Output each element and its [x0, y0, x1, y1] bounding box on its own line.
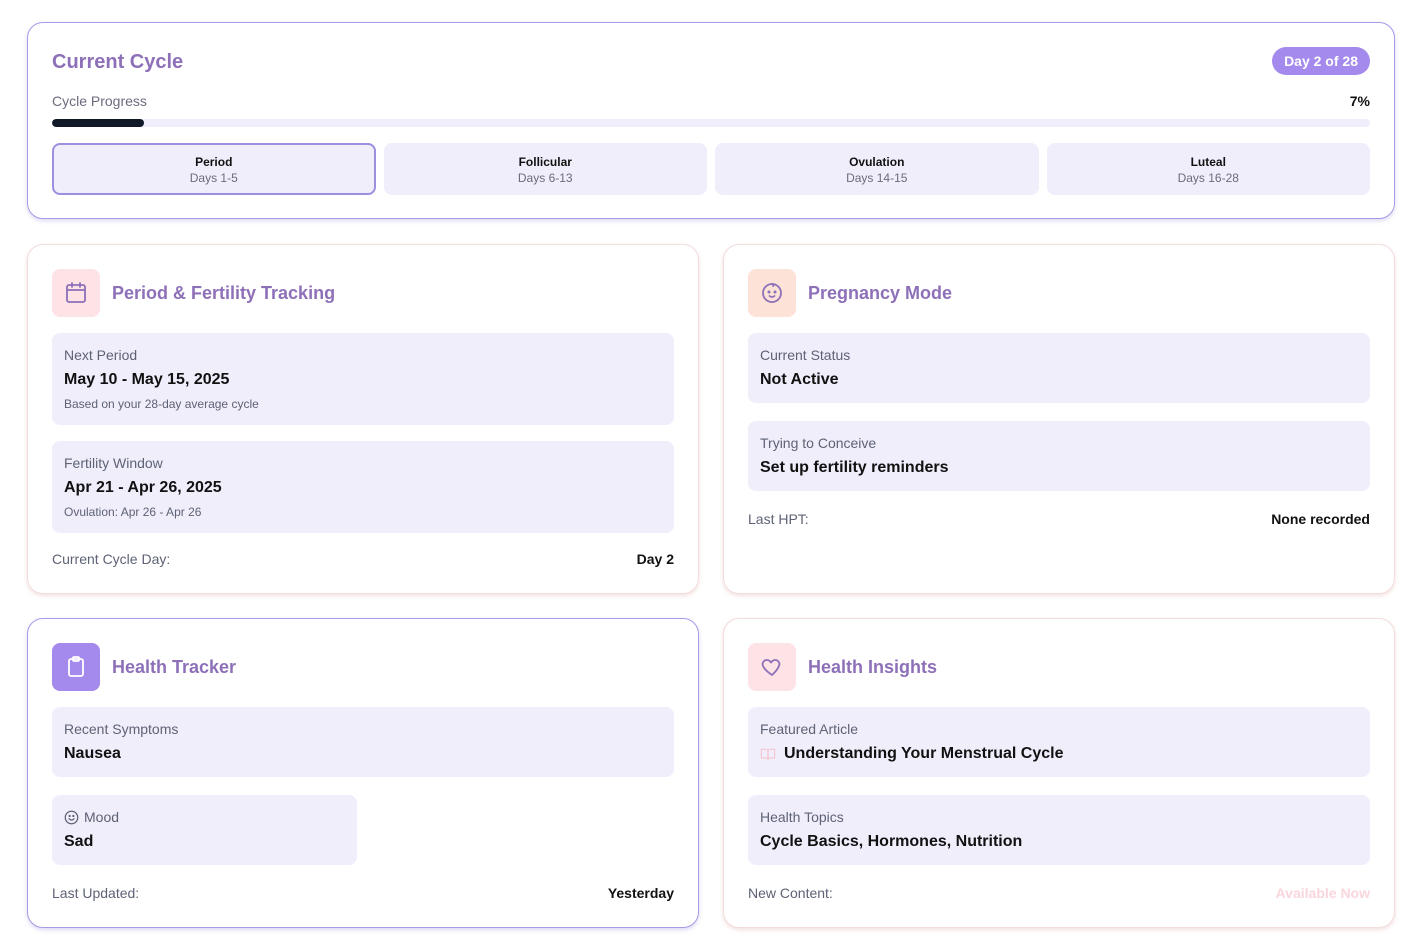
phase-name: Ovulation	[849, 155, 905, 169]
topics-value: Cycle Basics, Hormones, Nutrition	[760, 833, 1023, 850]
smile-icon	[64, 810, 79, 824]
phase-days: Days 6-13	[517, 171, 573, 185]
recent-symptoms-box: Recent Symptoms Nausea	[52, 707, 674, 777]
card-title: Health Insights	[808, 656, 938, 677]
health-topics-box: Health Topics Cycle Basics, Hormones, Nu…	[748, 795, 1370, 865]
phase-follicular[interactable]: Follicular Days 6-13	[383, 143, 707, 195]
article-title[interactable]: Understanding Your Menstrual Cycle	[784, 745, 1063, 763]
phase-name: Follicular	[518, 155, 572, 169]
heart-icon	[748, 643, 796, 691]
info-label: Mood	[84, 809, 120, 825]
card-footer: Last HPT: None recorded	[748, 511, 1370, 527]
phase-name: Period	[195, 155, 233, 169]
card-title: Period & Fertility Tracking	[112, 282, 336, 303]
info-label: Trying to Conceive	[760, 435, 877, 451]
mood-value: Sad	[64, 833, 94, 850]
pregnancy-card[interactable]: Pregnancy Mode Current Status Not Active…	[723, 244, 1395, 594]
current-cycle-card: Current Cycle Day 2 of 28 Cycle Progress…	[27, 22, 1395, 219]
fertility-window-box: Fertility Window Apr 21 - Apr 26, 2025 O…	[52, 441, 674, 533]
footer-label: Last HPT:	[748, 511, 809, 527]
info-note: Ovulation: Apr 26 - Apr 26	[64, 505, 202, 519]
clipboard-icon	[52, 643, 100, 691]
progress-label: Cycle Progress	[52, 93, 147, 109]
day-badge: Day 2 of 28	[1272, 47, 1370, 75]
info-label: Health Topics	[760, 809, 844, 825]
cycle-title: Current Cycle	[52, 51, 184, 73]
available-now-badge: Available Now	[1275, 885, 1370, 901]
card-footer: Last Updated: Yesterday	[52, 885, 674, 901]
info-label: Recent Symptoms	[64, 721, 179, 737]
next-period-box: Next Period May 10 - May 15, 2025 Based …	[52, 333, 674, 425]
phase-name: Luteal	[1190, 155, 1226, 169]
phase-days: Days 16-28	[1177, 171, 1239, 185]
card-footer: New Content: Available Now	[748, 885, 1370, 901]
mood-box: Mood Sad	[52, 795, 357, 865]
footer-value: Yesterday	[607, 885, 674, 901]
info-label: Next Period	[64, 347, 138, 363]
symptoms-value: Nausea	[64, 745, 121, 762]
card-footer: Current Cycle Day: Day 2	[52, 551, 674, 567]
next-period-value: May 10 - May 15, 2025	[64, 371, 230, 388]
info-label: Fertility Window	[64, 455, 163, 471]
mood-label-row: Mood	[64, 809, 345, 825]
health-insights-card[interactable]: Health Insights Featured Article Underst…	[723, 618, 1395, 928]
phase-ovulation[interactable]: Ovulation Days 14-15	[715, 143, 1039, 195]
info-note: Based on your 28-day average cycle	[64, 397, 259, 411]
phase-period[interactable]: Period Days 1-5	[52, 143, 376, 195]
trying-to-conceive-box[interactable]: Trying to Conceive Set up fertility remi…	[748, 421, 1370, 491]
footer-label: Last Updated:	[52, 885, 140, 901]
progress-fill	[52, 119, 145, 127]
card-header: Health Insights	[748, 643, 937, 691]
phase-list: Period Days 1-5 Follicular Days 6-13 Ovu…	[52, 143, 1370, 195]
card-header: Period & Fertility Tracking	[52, 269, 335, 317]
featured-article-box[interactable]: Featured Article Understanding Your Mens…	[748, 707, 1370, 777]
book-icon	[760, 748, 776, 760]
phase-days: Days 1-5	[189, 171, 238, 185]
status-value: Not Active	[760, 371, 839, 388]
info-label: Current Status	[760, 347, 851, 363]
fertility-card[interactable]: Period & Fertility Tracking Next Period …	[27, 244, 699, 594]
card-header: Pregnancy Mode	[748, 269, 952, 317]
health-tracker-card[interactable]: Health Tracker Recent Symptoms Nausea Mo…	[27, 618, 699, 928]
fertility-window-value: Apr 21 - Apr 26, 2025	[64, 479, 222, 496]
footer-value: None recorded	[1271, 511, 1370, 527]
card-header: Health Tracker	[52, 643, 236, 691]
phase-luteal[interactable]: Luteal Days 16-28	[1046, 143, 1370, 195]
current-status-box: Current Status Not Active	[748, 333, 1370, 403]
footer-label: New Content:	[748, 885, 833, 901]
fertility-reminders-link[interactable]: Set up fertility reminders	[760, 459, 1358, 477]
card-title: Health Tracker	[112, 656, 237, 677]
baby-icon	[748, 269, 796, 317]
article-row[interactable]: Understanding Your Menstrual Cycle	[760, 745, 1358, 763]
phase-days: Days 14-15	[846, 171, 908, 185]
card-title: Pregnancy Mode	[808, 282, 953, 303]
footer-value: Day 2	[636, 551, 674, 567]
progress-percent: 7%	[1349, 93, 1370, 109]
progress-bar	[52, 119, 1370, 127]
info-label: Featured Article	[760, 721, 859, 737]
calendar-icon	[52, 269, 100, 317]
footer-label: Current Cycle Day:	[52, 551, 171, 567]
